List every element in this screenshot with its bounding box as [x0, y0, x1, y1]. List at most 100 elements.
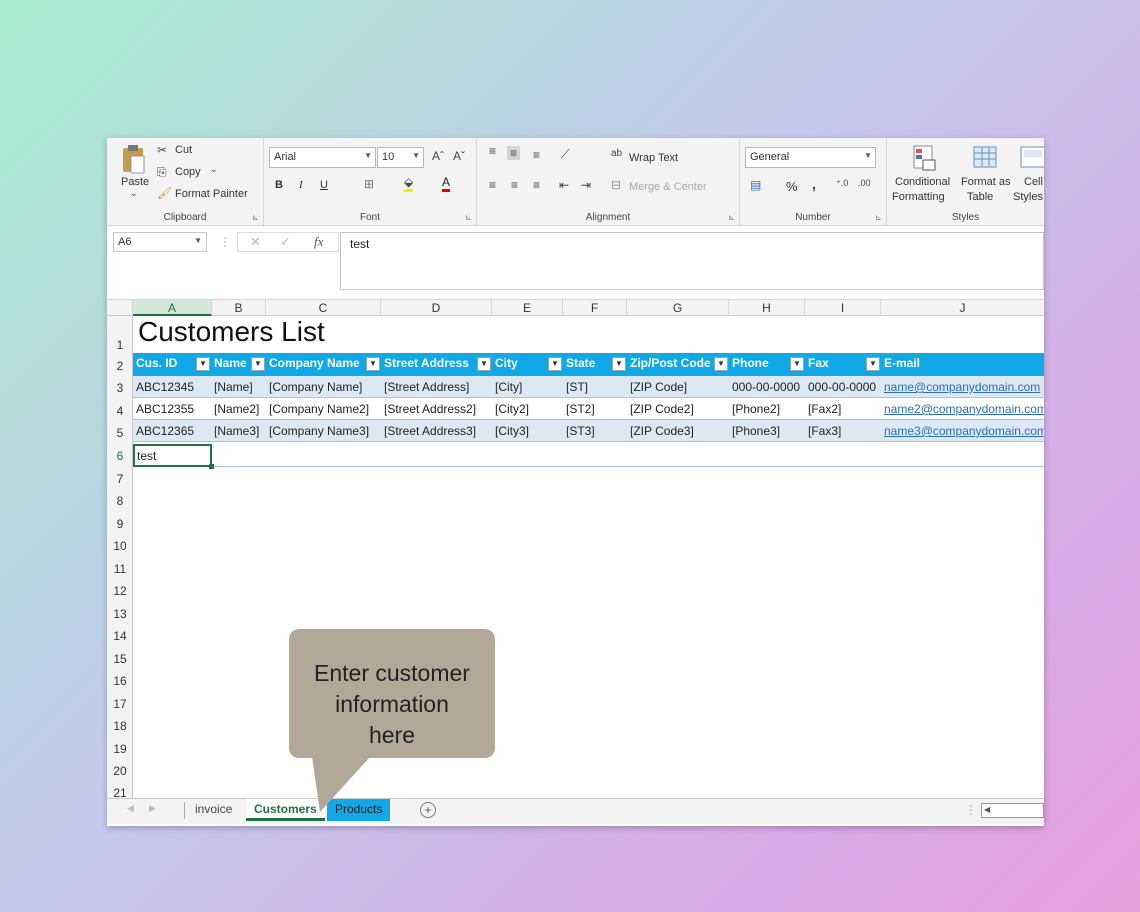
select-all-corner[interactable] [107, 300, 133, 316]
row-header[interactable]: 5 [107, 426, 133, 440]
column-header[interactable]: B [212, 300, 266, 316]
add-sheet-button[interactable]: + [420, 802, 436, 818]
column-header[interactable]: H [729, 300, 805, 316]
column-header[interactable]: I [805, 300, 881, 316]
wrap-text-button[interactable]: Wrap Text [629, 152, 678, 164]
number-launcher-icon[interactable]: ⊾ [875, 213, 882, 222]
table-cell[interactable]: 000-00-0000 [808, 380, 876, 394]
cancel-icon[interactable]: ✕ [250, 234, 261, 250]
table-cell[interactable]: [ZIP Code2] [630, 402, 694, 416]
table-cell[interactable]: [ST] [566, 380, 588, 394]
filter-dropdown-icon[interactable]: ▼ [612, 357, 626, 371]
cell-grid[interactable]: Customers List Cus. ID ▼ Name ▼ Company … [133, 316, 1044, 798]
font-launcher-icon[interactable]: ⊾ [465, 213, 472, 222]
paste-icon[interactable] [121, 144, 145, 174]
table-cell[interactable]: [ZIP Code3] [630, 424, 694, 438]
column-header[interactable]: C [266, 300, 381, 316]
scroll-left-icon[interactable]: ◀ [127, 803, 134, 814]
italic-button[interactable]: I [299, 179, 303, 191]
table-cell[interactable]: [City] [495, 380, 522, 394]
more-options-icon[interactable]: ⋮ [965, 803, 977, 817]
increase-decimal-icon[interactable]: ⁺.0 [836, 178, 848, 189]
row-header[interactable]: 20 [107, 764, 133, 778]
row-header[interactable]: 11 [107, 562, 133, 576]
row-header[interactable]: 1 [107, 338, 133, 352]
row-header[interactable]: 4 [107, 404, 133, 418]
filter-dropdown-icon[interactable]: ▼ [790, 357, 804, 371]
row-header[interactable]: 13 [107, 607, 133, 621]
row-header[interactable]: 19 [107, 742, 133, 756]
column-header[interactable]: G [627, 300, 729, 316]
name-box[interactable]: A6 ▼ [113, 232, 207, 252]
row-header[interactable]: 18 [107, 719, 133, 733]
row-header[interactable]: 8 [107, 494, 133, 508]
column-header[interactable]: E [492, 300, 563, 316]
bold-button[interactable]: B [275, 179, 283, 191]
copy-button[interactable]: Copy [175, 166, 201, 178]
filter-dropdown-icon[interactable]: ▼ [366, 357, 380, 371]
table-cell[interactable]: [Company Name] [269, 380, 362, 394]
clipboard-launcher-icon[interactable]: ⊾ [252, 213, 259, 222]
active-cell-a6[interactable]: test [133, 444, 214, 469]
filter-dropdown-icon[interactable]: ▼ [477, 357, 491, 371]
align-center-icon[interactable]: ≡ [511, 178, 518, 192]
top-align-icon[interactable]: ≡ [489, 144, 496, 158]
email-link[interactable]: name@companydomain.com [884, 380, 1040, 394]
align-left-icon[interactable]: ≡ [489, 178, 496, 192]
decrease-font-icon[interactable]: Aˇ [453, 149, 465, 163]
conditional-formatting-icon[interactable] [911, 144, 939, 172]
copy-dropdown-icon[interactable]: ⌄ [210, 164, 218, 175]
table-cell[interactable]: [Fax2] [808, 402, 841, 416]
table-cell[interactable]: ABC12345 [136, 380, 194, 394]
table-cell[interactable]: 000-00-0000 [732, 380, 800, 394]
filter-dropdown-icon[interactable]: ▼ [251, 357, 265, 371]
row-header[interactable]: 9 [107, 517, 133, 531]
table-cell[interactable]: [City2] [495, 402, 529, 416]
font-family-select[interactable]: Arial ▼ [269, 147, 376, 168]
table-cell[interactable]: [Fax3] [808, 424, 841, 438]
table-cell[interactable]: [Name2] [214, 402, 259, 416]
table-cell[interactable]: [Name] [214, 380, 253, 394]
font-size-select[interactable]: 10 ▼ [377, 147, 424, 168]
decrease-indent-icon[interactable]: ⇤ [559, 178, 569, 192]
table-cell[interactable]: [Phone2] [732, 402, 780, 416]
cell-styles-button[interactable]: Cell [1024, 176, 1043, 188]
format-as-table-button[interactable]: Format as [961, 176, 1011, 188]
table-cell[interactable]: [ST2] [566, 402, 595, 416]
table-cell[interactable]: [Phone3] [732, 424, 780, 438]
table-cell[interactable]: [ZIP Code] [630, 380, 687, 394]
increase-indent-icon[interactable]: ⇥ [581, 178, 591, 192]
row-header[interactable]: 14 [107, 629, 133, 643]
filter-dropdown-icon[interactable]: ▼ [548, 357, 562, 371]
orientation-icon[interactable]: ⟋ [561, 147, 569, 162]
scroll-right-icon[interactable]: ▶ [149, 803, 156, 814]
row-header[interactable]: 17 [107, 697, 133, 711]
row-header[interactable]: 15 [107, 652, 133, 666]
conditional-formatting-button[interactable]: Conditional [895, 176, 950, 188]
row-header[interactable]: 10 [107, 539, 133, 553]
enter-icon[interactable]: ✓ [280, 234, 291, 250]
row-header[interactable]: 2 [107, 359, 133, 373]
horizontal-scrollbar[interactable]: ◀ [981, 803, 1044, 818]
row-header[interactable]: 7 [107, 472, 133, 486]
underline-button[interactable]: U [320, 179, 328, 191]
table-cell[interactable]: [Street Address] [384, 380, 469, 394]
format-painter-button[interactable]: Format Painter [175, 188, 248, 200]
align-right-icon[interactable]: ≡ [533, 178, 540, 192]
table-cell[interactable]: [Company Name2] [269, 402, 369, 416]
alignment-launcher-icon[interactable]: ⊾ [728, 213, 735, 222]
column-header[interactable]: F [563, 300, 627, 316]
font-color-icon[interactable]: A [442, 176, 451, 192]
filter-dropdown-icon[interactable]: ▼ [714, 357, 728, 371]
row-header[interactable]: 12 [107, 584, 133, 598]
fill-handle[interactable] [209, 464, 214, 469]
increase-font-icon[interactable]: Aˆ [432, 149, 444, 163]
fill-color-icon[interactable]: ⬙ [404, 176, 414, 192]
filter-dropdown-icon[interactable]: ▼ [866, 357, 880, 371]
merge-center-button[interactable]: Merge & Center [629, 181, 707, 193]
row-header[interactable]: 6 [107, 449, 133, 463]
email-link[interactable]: name3@companydomain.com [884, 424, 1044, 438]
accounting-format-icon[interactable]: ▤ [750, 178, 761, 192]
row-header[interactable]: 3 [107, 381, 133, 395]
row-header[interactable]: 16 [107, 674, 133, 688]
